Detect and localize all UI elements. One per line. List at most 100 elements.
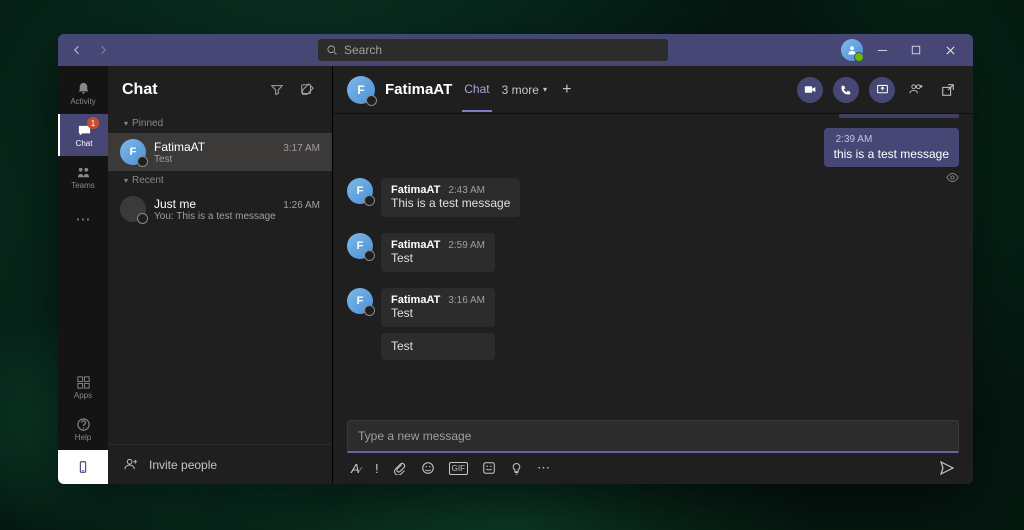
- rail-teams[interactable]: Teams: [58, 156, 108, 198]
- emoji-icon: [421, 461, 435, 475]
- titlebar: Search: [58, 34, 973, 66]
- chat-row-preview: You: This is a test message: [154, 211, 320, 222]
- seen-icon: [946, 171, 959, 184]
- minimize-button[interactable]: [867, 39, 897, 61]
- more-tabs-label: 3 more: [502, 83, 539, 97]
- device-icon: [76, 460, 90, 474]
- outgoing-message: 2:39 AM this is a test message: [824, 114, 959, 184]
- teams-icon: [76, 165, 91, 180]
- avatar: F: [120, 139, 146, 165]
- sticker-icon: [482, 461, 496, 475]
- invite-label: Invite people: [149, 458, 217, 472]
- incoming-message: FFatimaAT3:16 AMTestTest: [347, 288, 959, 360]
- message-text: this is a test message: [834, 147, 949, 161]
- maximize-button[interactable]: [901, 39, 931, 61]
- popout-icon: [941, 83, 955, 97]
- send-icon: [939, 460, 955, 476]
- rail-device-button[interactable]: [58, 450, 108, 484]
- message-sender: FatimaAT: [391, 239, 440, 251]
- format-icon: A⁄: [351, 461, 361, 476]
- audio-call-button[interactable]: [833, 77, 859, 103]
- convo-avatar: F: [347, 76, 375, 104]
- rail-chat[interactable]: Chat 1: [58, 114, 108, 156]
- chat-row-time: 3:17 AM: [283, 143, 320, 154]
- video-icon: [804, 83, 817, 96]
- nav-forward-button[interactable]: [92, 39, 114, 61]
- chat-row-preview: Test: [154, 154, 320, 165]
- chat-list-panel: Chat Pinned F FatimaAT 3:17 AM Test: [108, 66, 333, 484]
- convo-title: FatimaAT: [385, 81, 452, 98]
- chat-row-name: Just me: [154, 197, 196, 211]
- tab-chat[interactable]: Chat: [462, 68, 491, 112]
- message-text: This is a test message: [391, 196, 510, 210]
- avatar: F: [347, 288, 373, 314]
- sticker-button[interactable]: [482, 461, 496, 475]
- more-tabs-button[interactable]: 3 more ▾: [502, 83, 547, 97]
- add-people-icon: [909, 82, 924, 97]
- rail-apps[interactable]: Apps: [58, 366, 108, 408]
- rail-activity[interactable]: Activity: [58, 72, 108, 114]
- message-time: 2:39 AM: [834, 134, 949, 145]
- rail-help[interactable]: Help: [58, 408, 108, 450]
- avatar: F: [347, 233, 373, 259]
- pinned-section-label[interactable]: Pinned: [108, 114, 332, 133]
- compose-placeholder: Type a new message: [358, 429, 471, 443]
- rail-more[interactable]: ⋯: [58, 198, 108, 240]
- search-input[interactable]: Search: [318, 39, 668, 61]
- rail-apps-label: Apps: [74, 391, 92, 400]
- chat-row-pinned[interactable]: F FatimaAT 3:17 AM Test: [108, 133, 332, 171]
- new-chat-button[interactable]: [296, 79, 318, 101]
- chevron-down-icon: ▾: [543, 85, 547, 94]
- recent-section-label[interactable]: Recent: [108, 171, 332, 190]
- conversation-header: F FatimaAT Chat 3 more ▾ +: [333, 66, 973, 114]
- app-rail: Activity Chat 1 Teams ⋯: [58, 66, 108, 484]
- popout-button[interactable]: [937, 79, 959, 101]
- compose-area: Type a new message A⁄ ! GIF: [333, 420, 973, 484]
- message-sender: FatimaAT: [391, 294, 440, 306]
- avatar: [120, 196, 146, 222]
- teams-window: Search Activity: [58, 34, 973, 484]
- profile-avatar[interactable]: [841, 39, 863, 61]
- priority-icon: !: [375, 461, 379, 476]
- priority-button[interactable]: !: [375, 461, 379, 476]
- attach-button[interactable]: [393, 461, 407, 475]
- message-time: 2:43 AM: [448, 185, 485, 196]
- close-button[interactable]: [935, 39, 965, 61]
- chat-row-time: 1:26 AM: [283, 200, 320, 211]
- share-screen-button[interactable]: [869, 77, 895, 103]
- compose-input[interactable]: Type a new message: [347, 420, 959, 453]
- paperclip-icon: [393, 461, 407, 475]
- video-call-button[interactable]: [797, 77, 823, 103]
- more-icon: ⋯: [537, 460, 550, 476]
- invite-people-button[interactable]: Invite people: [108, 444, 332, 484]
- praise-button[interactable]: [510, 462, 523, 475]
- rail-activity-label: Activity: [70, 97, 95, 106]
- more-compose-button[interactable]: ⋯: [537, 460, 550, 476]
- phone-icon: [840, 84, 852, 96]
- search-placeholder: Search: [344, 43, 382, 57]
- message-time: 2:59 AM: [448, 240, 485, 251]
- help-icon: [76, 417, 91, 432]
- gif-button[interactable]: GIF: [449, 462, 468, 475]
- filter-button[interactable]: [266, 79, 288, 101]
- messages-area[interactable]: 2:39 AM this is a test message F FatimaAT…: [333, 114, 973, 420]
- message-time: 3:16 AM: [448, 295, 485, 306]
- send-button[interactable]: [939, 460, 955, 476]
- chat-row-recent[interactable]: Just me 1:26 AM You: This is a test mess…: [108, 190, 332, 228]
- message-text: Test: [381, 333, 495, 360]
- rail-teams-label: Teams: [71, 181, 95, 190]
- add-tab-button[interactable]: +: [557, 80, 577, 100]
- more-icon: ⋯: [76, 212, 91, 227]
- add-people-button[interactable]: [905, 79, 927, 101]
- message-sender: FatimaAT: [391, 184, 440, 196]
- incoming-message: F FatimaAT 2:59 AMTest: [347, 233, 959, 272]
- nav-back-button[interactable]: [66, 39, 88, 61]
- rail-chat-label: Chat: [76, 139, 93, 148]
- filter-icon: [270, 83, 284, 97]
- format-button[interactable]: A⁄: [351, 461, 361, 476]
- conversation-panel: F FatimaAT Chat 3 more ▾ +: [333, 66, 973, 484]
- message-text: Test: [391, 306, 485, 320]
- rail-chat-badge: 1: [87, 117, 99, 129]
- message-text: Test: [391, 251, 485, 265]
- emoji-button[interactable]: [421, 461, 435, 475]
